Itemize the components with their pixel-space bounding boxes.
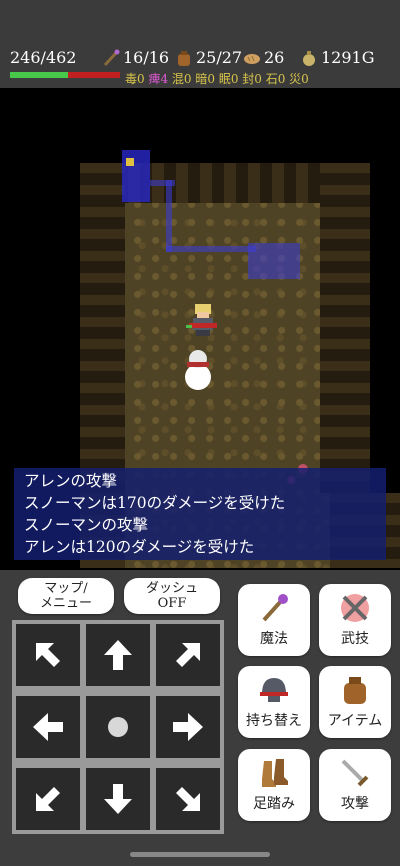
status-effect: 暗0 [195, 72, 219, 86]
minimap-stairs-marker [126, 158, 134, 166]
map-menu-button[interactable]: マップ/ メニュー [18, 578, 114, 614]
food-count: 26 [264, 48, 285, 67]
status-effects: 毒0 痺4 混0 暗0 眠0 封0 石0 災0 [125, 70, 309, 87]
weapon-stat: 16/16 [102, 48, 169, 67]
staff-icon [262, 594, 288, 622]
dash-toggle-button[interactable]: ダッシュ OFF [124, 578, 220, 614]
arrow-down-left-icon [36, 787, 60, 811]
wait-dot-icon [108, 717, 128, 737]
helmet-icon [260, 678, 288, 702]
status-effect: 封0 [242, 72, 266, 86]
bag-stat: 25/27 [175, 48, 242, 67]
swap-button[interactable]: 持ち替え [238, 666, 310, 738]
arrow-up-right-icon [176, 643, 200, 667]
food-stat: 26 [243, 48, 284, 67]
log-line: スノーマンは170のダメージを受けた [24, 494, 286, 512]
bag-icon [344, 677, 366, 704]
hp-bar-fill [10, 72, 69, 78]
arrow-up-left-icon [36, 643, 60, 667]
dpad-down-left[interactable] [16, 768, 80, 830]
weapon-uses: 16/16 [123, 48, 170, 67]
staff-icon [103, 49, 120, 66]
attack-button[interactable]: 攻撃 [319, 749, 391, 821]
arrow-left-icon [33, 713, 63, 741]
dpad-up-right[interactable] [156, 624, 220, 686]
arrow-down-icon [104, 784, 132, 814]
skill-label: 武技 [341, 631, 369, 647]
skill-button[interactable]: 武技 [319, 584, 391, 656]
minimap-corridor [166, 180, 172, 252]
arrow-up-icon [104, 640, 132, 670]
dpad-up[interactable] [86, 624, 150, 686]
hud: 246/462 16/16 25/27 26 1291G 毒0 痺4 混0 暗0… [0, 40, 400, 88]
magic-label: 魔法 [260, 631, 288, 647]
hp-bar [10, 72, 120, 78]
swap-label: 持ち替え [246, 713, 302, 729]
magic-button[interactable]: 魔法 [238, 584, 310, 656]
home-indicator[interactable] [130, 852, 270, 857]
arrow-down-right-icon [176, 787, 200, 811]
dpad-right[interactable] [156, 696, 220, 758]
status-effect: 毒0 [125, 72, 149, 86]
dpad-down-right[interactable] [156, 768, 220, 830]
attack-label: 攻撃 [341, 796, 369, 812]
dpad-left[interactable] [16, 696, 80, 758]
snowman-enemy [183, 350, 213, 400]
item-label: アイテム [327, 713, 383, 729]
map-menu-label-1: マップ/ [44, 581, 88, 596]
hp-text: 246/462 [10, 48, 77, 67]
crossed-swords-icon [341, 594, 369, 622]
gold-stat: 1291G [300, 48, 375, 67]
status-effect: 混0 [171, 72, 196, 86]
dash-label: ダッシュ [145, 581, 198, 596]
dpad-down[interactable] [86, 768, 150, 830]
log-line: スノーマンの攻撃 [24, 516, 149, 534]
map-menu-label-2: メニュー [39, 596, 92, 611]
message-log: アレンの攻撃 スノーマンは170のダメージを受けた スノーマンの攻撃 アレンは1… [14, 468, 386, 560]
status-bar-area [0, 0, 400, 40]
boots-icon [262, 759, 288, 787]
gold-count: 1291G [321, 48, 375, 67]
step-label: 足踏み [253, 796, 295, 812]
status-effect: 災0 [289, 72, 309, 86]
item-button[interactable]: アイテム [319, 666, 391, 738]
snowman-scarf [187, 362, 209, 367]
minimap-corridor [166, 246, 256, 252]
dpad [12, 620, 224, 834]
status-effect: 石0 [265, 72, 290, 86]
gold-bag-icon [303, 50, 315, 66]
sword-icon [341, 759, 369, 787]
dpad-up-left[interactable] [16, 624, 80, 686]
minimap-room [248, 243, 300, 279]
player-character [186, 304, 217, 336]
bread-icon [244, 53, 260, 64]
log-line: アレンの攻撃 [24, 472, 118, 490]
bag-icon [178, 50, 190, 66]
bag-count: 25/27 [196, 48, 243, 67]
status-effect: 痺4 [148, 72, 172, 86]
step-button[interactable]: 足踏み [238, 749, 310, 821]
arrow-right-icon [173, 713, 203, 741]
log-line: アレンは120のダメージを受けた [24, 538, 255, 556]
dpad-center[interactable] [86, 696, 150, 758]
status-effect: 眠0 [218, 72, 243, 86]
dash-state: OFF [157, 596, 187, 611]
cave-wall-right [320, 163, 370, 493]
